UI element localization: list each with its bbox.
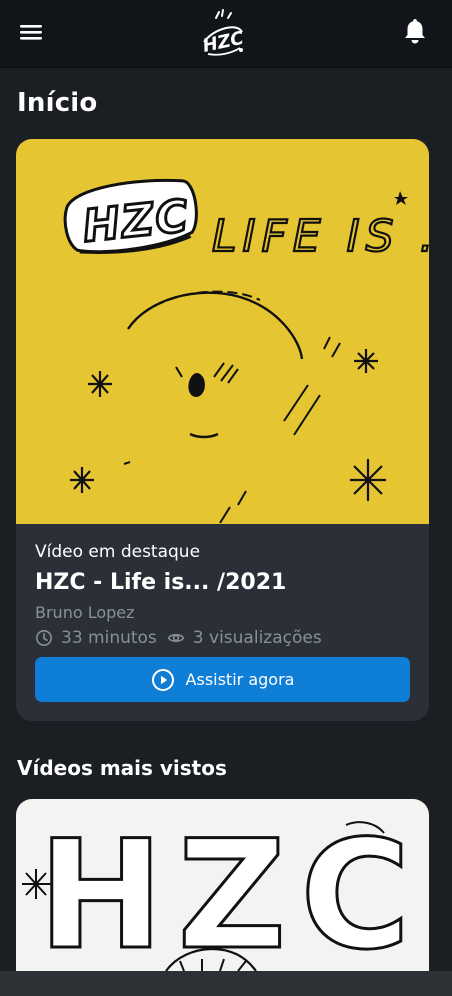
notifications-button[interactable] [402,18,428,46]
featured-label: Vídeo em destaque [35,542,201,562]
hamburger-menu-icon [20,25,42,40]
featured-video-card[interactable]: HZC LIFE IS ... Vídeo em destaque [16,139,429,721]
menu-button[interactable] [18,21,44,43]
app-logo[interactable]: HZC [194,8,252,60]
svg-text:HZC: HZC [201,28,247,57]
page-title: Início [17,88,98,118]
featured-video-author: Bruno Lopez [35,603,135,622]
video-duration: 33 minutos [61,628,157,648]
featured-video-thumbnail[interactable]: HZC LIFE IS ... [16,139,429,524]
watch-now-button[interactable]: Assistir agora [35,657,410,702]
top-app-bar: HZC [0,0,452,68]
svg-text:HZC: HZC [38,809,424,971]
watch-now-label: Assistir agora [185,670,295,689]
eye-icon [167,634,185,642]
most-viewed-video-card[interactable]: HZC [16,799,429,971]
featured-video-meta: 33 minutos 3 visualizações [35,627,322,649]
bottom-system-bar [0,971,452,996]
clock-icon [36,630,52,646]
featured-video-title[interactable]: HZC - Life is... /2021 [35,570,286,595]
most-viewed-section-title: Vídeos mais vistos [17,756,227,780]
svg-text:LIFE IS ...: LIFE IS ... [212,211,429,262]
play-circle-icon [151,668,174,691]
bell-icon [405,19,425,44]
video-views: 3 visualizações [192,628,322,648]
